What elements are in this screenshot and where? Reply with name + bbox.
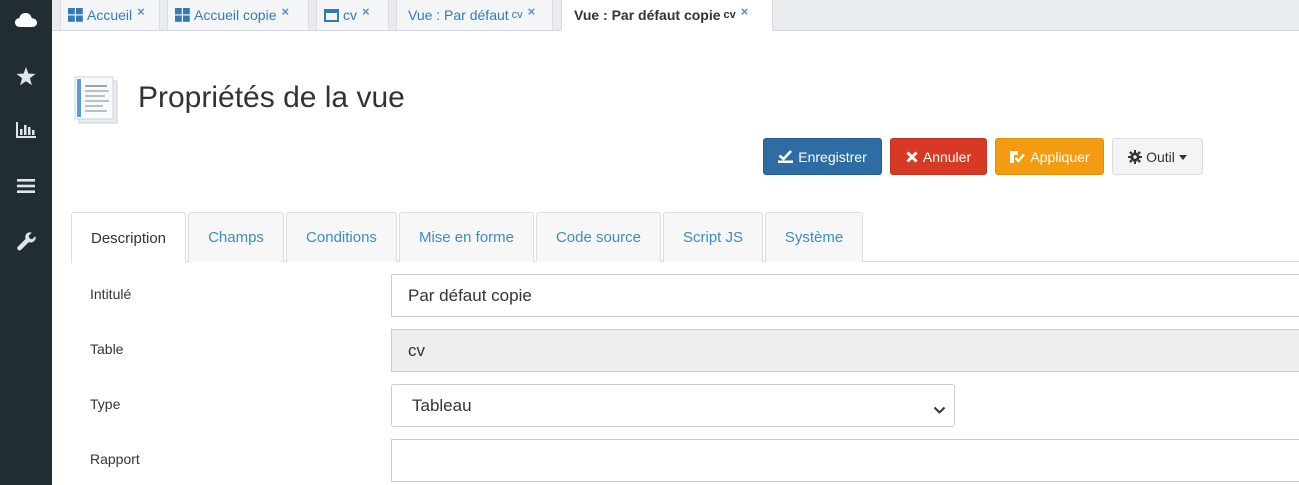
window-tab-label: Accueil xyxy=(87,7,133,23)
window-tab-cv[interactable]: cv × xyxy=(316,0,389,31)
tab-mise-en-forme[interactable]: Mise en forme xyxy=(399,212,534,262)
page-title: Propriétés de la vue xyxy=(138,81,405,114)
caret-down-icon xyxy=(1178,155,1187,160)
tab-label: Code source xyxy=(555,229,642,246)
save-button[interactable]: Enregistrer xyxy=(763,138,882,175)
window-tab-label: Accueil copie xyxy=(194,7,277,23)
save-label: Enregistrer xyxy=(798,148,867,165)
menu-icon xyxy=(17,178,35,194)
tab-label: Description xyxy=(90,229,167,247)
type-value: Tableau xyxy=(412,395,472,415)
apply-button[interactable]: Appliquer xyxy=(995,138,1104,175)
sidebar-item-tools[interactable] xyxy=(0,221,52,261)
window-tab-label: cv xyxy=(343,7,357,23)
close-icon[interactable]: × xyxy=(741,4,749,19)
close-icon[interactable]: × xyxy=(362,4,370,19)
document-list-icon xyxy=(73,75,121,125)
close-icon[interactable]: × xyxy=(282,4,290,19)
apply-check-icon xyxy=(1009,150,1026,164)
form-tab-bar: Description Champs Conditions Mise en fo… xyxy=(71,212,1299,263)
window-tab-vue-par-defaut-copie[interactable]: Vue : Par défaut copie cv × xyxy=(561,0,773,31)
tab-description[interactable]: Description xyxy=(71,212,186,263)
sidebar-item-menu[interactable] xyxy=(0,166,52,206)
tab-label: Système xyxy=(784,229,844,246)
sidebar-item-stats[interactable] xyxy=(0,110,52,150)
type-select[interactable]: Tableau xyxy=(391,384,955,427)
window-tab-accueil-copie[interactable]: Accueil copie × xyxy=(167,0,309,31)
window-tab-label: Vue : Par défaut copie xyxy=(574,7,721,23)
apply-label: Appliquer xyxy=(1030,148,1090,165)
tool-label: Outil xyxy=(1146,148,1175,165)
star-icon xyxy=(16,66,36,86)
tab-label: Champs xyxy=(208,229,264,246)
dashboard-grid-icon xyxy=(175,8,190,22)
intitule-label: Intitulé xyxy=(90,286,132,302)
cloud-icon xyxy=(15,12,37,28)
intitule-field[interactable]: Par défaut copie xyxy=(391,274,1299,317)
tab-label: Script JS xyxy=(682,229,743,246)
bar-chart-icon xyxy=(16,122,36,138)
window-tab-suffix: cv xyxy=(723,9,736,21)
window-tab-label: Vue : Par défaut xyxy=(408,7,509,23)
window-tab-suffix: cv xyxy=(511,9,523,21)
table-value: cv xyxy=(408,340,425,360)
times-icon xyxy=(906,150,918,163)
save-check-icon xyxy=(778,150,794,163)
sidebar xyxy=(0,0,52,485)
tab-systeme[interactable]: Système xyxy=(765,212,863,262)
window-tab-accueil[interactable]: Accueil × xyxy=(60,0,160,31)
intitule-value: Par défaut copie xyxy=(408,285,532,305)
cancel-label: Annuler xyxy=(922,148,972,165)
tab-script-js[interactable]: Script JS xyxy=(663,212,763,262)
dashboard-grid-icon xyxy=(68,8,83,22)
tool-dropdown-button[interactable]: Outil xyxy=(1112,138,1203,175)
wrench-icon xyxy=(16,231,36,251)
cancel-button[interactable]: Annuler xyxy=(890,138,987,175)
tab-conditions[interactable]: Conditions xyxy=(286,212,397,262)
close-icon[interactable]: × xyxy=(528,4,536,19)
type-label: Type xyxy=(90,396,121,412)
table-field: cv xyxy=(391,329,1299,372)
tab-champs[interactable]: Champs xyxy=(188,212,284,262)
window-tab-bar: Accueil × Accueil copie × cv × Vue : Par… xyxy=(52,0,1299,31)
rapport-label: Rapport xyxy=(90,451,140,467)
chevron-down-icon xyxy=(933,400,946,420)
table-label: Table xyxy=(90,341,124,357)
window-icon xyxy=(324,8,339,22)
sidebar-item-home[interactable] xyxy=(0,0,52,40)
sidebar-item-favorites[interactable] xyxy=(0,56,52,96)
close-icon[interactable]: × xyxy=(137,4,145,19)
window-tab-vue-par-defaut[interactable]: Vue : Par défaut cv × xyxy=(396,0,553,31)
tab-code-source[interactable]: Code source xyxy=(536,212,661,262)
gear-icon xyxy=(1128,149,1143,164)
rapport-field[interactable] xyxy=(391,439,1299,482)
tab-label: Conditions xyxy=(306,229,377,246)
tab-label: Mise en forme xyxy=(418,229,515,246)
